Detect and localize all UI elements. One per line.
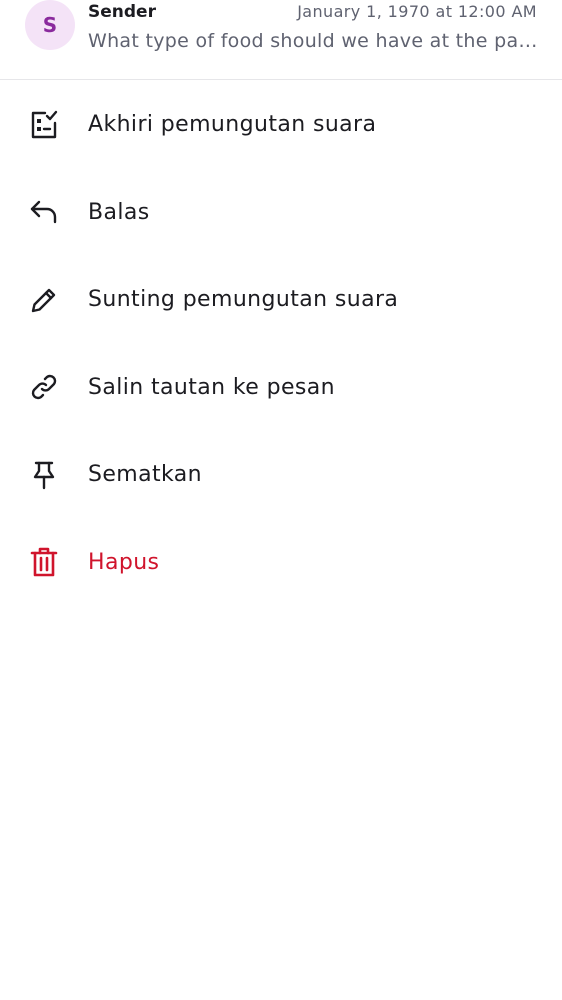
- pin-label: Sematkan: [88, 462, 203, 488]
- reply-label: Balas: [88, 199, 150, 225]
- reply-menu-item[interactable]: Balas: [0, 169, 562, 257]
- end-poll-label: Akhiri pemungutan suara: [88, 112, 377, 138]
- link-icon: [27, 370, 61, 404]
- message-timestamp: January 1, 1970 at 12:00 AM: [297, 2, 537, 21]
- message-actions-sheet: S Sender January 1, 1970 at 12:00 AM Wha…: [0, 0, 562, 1000]
- sender-name: Sender: [88, 2, 156, 22]
- reply-icon: [27, 195, 61, 229]
- message-preview-text: What type of food should we have at the …: [88, 30, 538, 52]
- trash-icon: [27, 545, 61, 579]
- copy-link-label: Salin tautan ke pesan: [88, 374, 335, 400]
- end-poll-menu-item[interactable]: Akhiri pemungutan suara: [0, 81, 562, 169]
- pencil-icon: [27, 283, 61, 317]
- pin-icon: [27, 458, 61, 492]
- copy-link-menu-item[interactable]: Salin tautan ke pesan: [0, 344, 562, 432]
- avatar: S: [25, 0, 75, 50]
- delete-menu-item[interactable]: Hapus: [0, 519, 562, 607]
- edit-poll-menu-item[interactable]: Sunting pemungutan suara: [0, 256, 562, 344]
- pin-menu-item[interactable]: Sematkan: [0, 431, 562, 519]
- message-preview-header: S Sender January 1, 1970 at 12:00 AM Wha…: [0, 0, 562, 80]
- delete-label: Hapus: [88, 549, 160, 575]
- action-menu: Akhiri pemungutan suara Balas Sunting pe…: [0, 81, 562, 606]
- edit-poll-label: Sunting pemungutan suara: [88, 287, 399, 313]
- end-poll-icon: [27, 108, 61, 142]
